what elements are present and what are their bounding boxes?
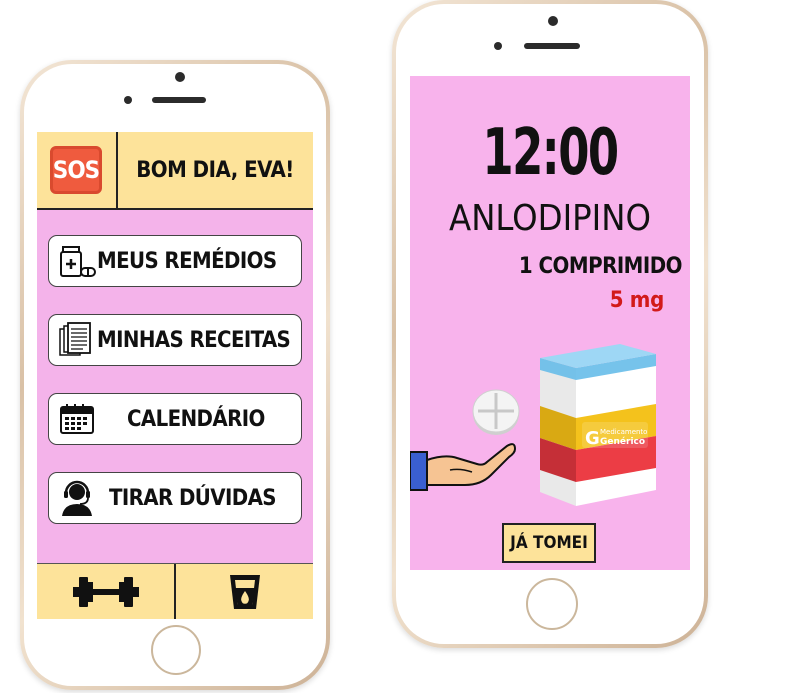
reminder-screen: 12:00 ANLODIPINO 1 COMPRIMIDO 5 mg G Med… [410, 76, 690, 570]
calendar-icon [60, 404, 94, 434]
menu-label-prescriptions: MINHAS RECEITAS [97, 327, 291, 353]
speaker-grille [152, 97, 206, 103]
camera-dot [175, 72, 185, 82]
medication-name: ANLODIPINO [449, 198, 651, 239]
menu-label-questions: TIRAR DÚVIDAS [109, 485, 277, 511]
strength-text: 5 mg [609, 288, 665, 313]
support-agent-icon [62, 480, 92, 516]
menu-label-medicines: MEUS REMÉDIOS [97, 248, 277, 274]
box-label-line1: Medicamento [600, 428, 647, 436]
calendar-button[interactable]: CALENDÁRIO [48, 393, 302, 445]
box-letter: G [585, 428, 600, 449]
dose-text: 1 COMPRIMIDO [518, 254, 683, 279]
camera-dot [548, 16, 558, 26]
sos-button[interactable]: SOS [50, 146, 102, 194]
home-button[interactable] [151, 625, 201, 675]
greeting-text: BOM DIA, EVA! [136, 157, 294, 183]
reminder-time: 12:00 [482, 116, 619, 190]
speaker-grille [524, 43, 580, 49]
prescriptions-icon [59, 322, 91, 356]
dumbbell-icon [72, 577, 139, 607]
my-prescriptions-button[interactable]: MINHAS RECEITAS [48, 314, 302, 366]
box-label-line2: Genérico [600, 436, 645, 447]
medicine-box-image: G Medicamento Genérico [540, 344, 656, 506]
phone-right: 12:00 ANLODIPINO 1 COMPRIMIDO 5 mg G Med… [392, 0, 708, 648]
header-bar: SOS BOM DIA, EVA! [37, 132, 313, 210]
sensor-dot [494, 42, 502, 50]
bottom-nav [37, 563, 313, 619]
pill-icon [472, 389, 520, 435]
medicine-icon [60, 246, 96, 277]
sensor-dot [124, 96, 132, 104]
home-button[interactable] [526, 578, 578, 630]
menu-label-calendar: CALENDÁRIO [127, 406, 265, 432]
water-tab[interactable] [176, 564, 313, 619]
my-medicines-button[interactable]: MEUS REMÉDIOS [48, 235, 302, 287]
exercise-tab[interactable] [37, 564, 174, 619]
phone-left: SOS BOM DIA, EVA! MEUS REMÉDIOS MINHAS R… [20, 60, 330, 690]
home-screen: SOS BOM DIA, EVA! MEUS REMÉDIOS MINHAS R… [37, 132, 313, 619]
already-taken-button[interactable]: JÁ TOMEI [502, 523, 596, 563]
water-glass-icon [229, 575, 260, 609]
hand-icon [410, 443, 517, 491]
ask-questions-button[interactable]: TIRAR DÚVIDAS [48, 472, 302, 524]
